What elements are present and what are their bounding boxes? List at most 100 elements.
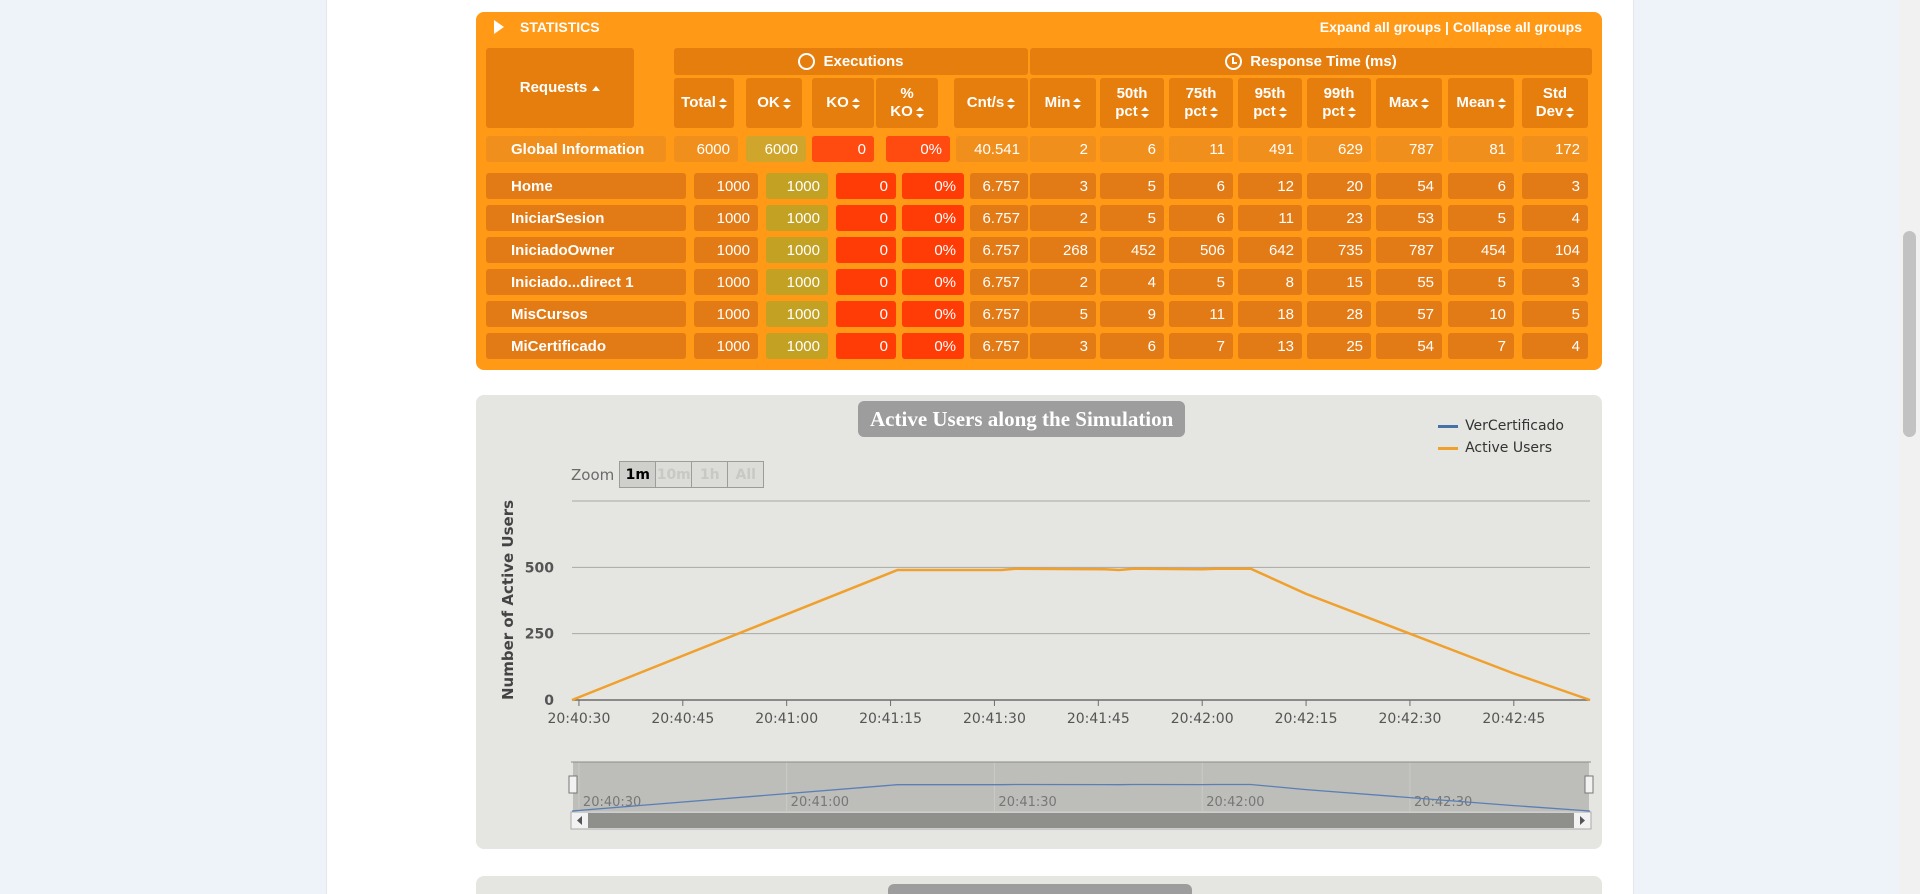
sort-icon: [782, 97, 791, 109]
request-name[interactable]: MisCursos: [486, 301, 686, 327]
header-p99-line1: 99th: [1323, 85, 1355, 102]
cell-mean: 81: [1448, 136, 1514, 162]
cell-p50: 6: [1100, 136, 1164, 162]
x-tick-label: 20:42:15: [1275, 711, 1338, 727]
cell-std: 4: [1522, 205, 1588, 231]
request-name[interactable]: MiCertificado: [486, 333, 686, 359]
navigator-handle[interactable]: [568, 775, 578, 794]
header-pct_ko-line2: KO: [890, 103, 913, 120]
sort-icon: [1073, 97, 1082, 109]
request-name[interactable]: IniciadoOwner: [486, 237, 686, 263]
cell-pct-ko: 0%: [902, 333, 964, 359]
navigator-tick-label: 20:41:00: [791, 795, 849, 810]
header-total-label: Total: [681, 94, 716, 111]
cell-p75: 5: [1169, 269, 1233, 295]
cell-cnt-s: 40.541: [956, 136, 1028, 162]
header-p99-line2: pct: [1322, 103, 1345, 120]
collapse-all-groups-link[interactable]: Collapse all groups: [1453, 19, 1582, 35]
x-tick-label: 20:42:00: [1171, 711, 1234, 727]
header-ko-label: KO: [826, 94, 849, 111]
cell-std: 4: [1522, 333, 1588, 359]
cell-p95: 642: [1238, 237, 1302, 263]
cell-total: 1000: [694, 301, 758, 327]
cell-p50: 452: [1100, 237, 1164, 263]
cell-min: 2: [1030, 205, 1096, 231]
cell-p99: 20: [1307, 173, 1371, 199]
header-ok[interactable]: OK: [746, 78, 802, 128]
cell-std: 172: [1522, 136, 1588, 162]
cell-max: 53: [1376, 205, 1442, 231]
header-p95[interactable]: 95th pct: [1238, 78, 1302, 128]
header-std-line2: Dev: [1535, 103, 1564, 120]
clock-icon: [1225, 53, 1243, 70]
cell-mean: 10: [1448, 301, 1514, 327]
active-users-chart-panel: Active Users along the Simulation VerCer…: [476, 395, 1602, 849]
group-controls: Expand all groups | Collapse all groups: [1320, 19, 1582, 35]
header-cnt_s-label: Cnt/s: [966, 94, 1005, 111]
x-tick-label: 20:41:45: [1067, 711, 1130, 727]
cell-p75: 6: [1169, 173, 1233, 199]
header-max-label: Max: [1388, 94, 1419, 111]
cell-total: 1000: [694, 205, 758, 231]
request-name[interactable]: Home: [486, 173, 686, 199]
navigator-handle[interactable]: [1584, 775, 1594, 794]
cell-p75: 7: [1169, 333, 1233, 359]
sort-icon: [1140, 106, 1149, 118]
x-tick-label: 20:41:15: [859, 711, 922, 727]
navigator-tick-label: 20:41:30: [998, 795, 1056, 810]
y-tick-label: 500: [525, 560, 554, 576]
cell-cnt-s: 6.757: [970, 301, 1028, 327]
header-response-time-label: Response Time (ms): [1250, 52, 1397, 70]
header-max[interactable]: Max: [1376, 78, 1442, 128]
sort-icon: [1566, 106, 1575, 118]
header-requests[interactable]: Requests: [486, 48, 634, 128]
sort-icon: [1278, 106, 1287, 118]
scrollbar-thumb[interactable]: [1903, 231, 1916, 437]
header-std[interactable]: Std Dev: [1522, 78, 1588, 128]
cell-ko: 0: [812, 136, 874, 162]
navigator-scrollbar-thumb[interactable]: [588, 813, 1574, 828]
header-p75[interactable]: 75th pct: [1169, 78, 1233, 128]
request-name[interactable]: Global Information: [486, 136, 666, 162]
cell-p95: 18: [1238, 301, 1302, 327]
cell-ko: 0: [836, 173, 896, 199]
page-scrollbar[interactable]: [1899, 0, 1920, 894]
header-requests-label: Requests: [519, 79, 588, 96]
y-tick-label: 0: [544, 693, 554, 709]
header-ok-label: OK: [757, 94, 780, 111]
header-group-executions: Executions: [674, 48, 1028, 75]
cell-total: 1000: [694, 237, 758, 263]
sort-icon: [1209, 106, 1218, 118]
cell-mean: 5: [1448, 269, 1514, 295]
header-p50-line1: 50th: [1116, 85, 1148, 102]
header-mean[interactable]: Mean: [1448, 78, 1514, 128]
header-mean-label: Mean: [1456, 94, 1495, 111]
cell-min: 268: [1030, 237, 1096, 263]
expand-all-groups-link[interactable]: Expand all groups: [1320, 19, 1441, 35]
header-ko[interactable]: KO: [812, 78, 874, 128]
cell-p75: 11: [1169, 301, 1233, 327]
header-total[interactable]: Total: [674, 78, 734, 128]
cell-max: 54: [1376, 333, 1442, 359]
header-cnt-s[interactable]: Cnt/s: [954, 78, 1028, 128]
cell-min: 3: [1030, 333, 1096, 359]
cell-mean: 5: [1448, 205, 1514, 231]
cell-p99: 735: [1307, 237, 1371, 263]
collapse-triangle-icon[interactable]: [494, 20, 504, 34]
cell-pct-ko: 0%: [902, 301, 964, 327]
header-group-response-time: Response Time (ms): [1030, 48, 1592, 75]
sort-icon: [1347, 106, 1356, 118]
header-pct-ko[interactable]: % KO: [876, 78, 938, 128]
series-line-active-users: [571, 567, 1591, 702]
cell-p95: 12: [1238, 173, 1302, 199]
cell-cnt-s: 6.757: [970, 205, 1028, 231]
request-name[interactable]: Iniciado...direct 1: [486, 269, 686, 295]
cell-pct-ko: 0%: [902, 205, 964, 231]
y-axis-title: Number of Active Users: [499, 500, 517, 700]
header-min[interactable]: Min: [1030, 78, 1096, 128]
x-tick-label: 20:41:00: [755, 711, 818, 727]
cell-total: 1000: [694, 173, 758, 199]
header-p99[interactable]: 99th pct: [1307, 78, 1371, 128]
request-name[interactable]: IniciarSesion: [486, 205, 686, 231]
header-p50[interactable]: 50th pct: [1100, 78, 1164, 128]
